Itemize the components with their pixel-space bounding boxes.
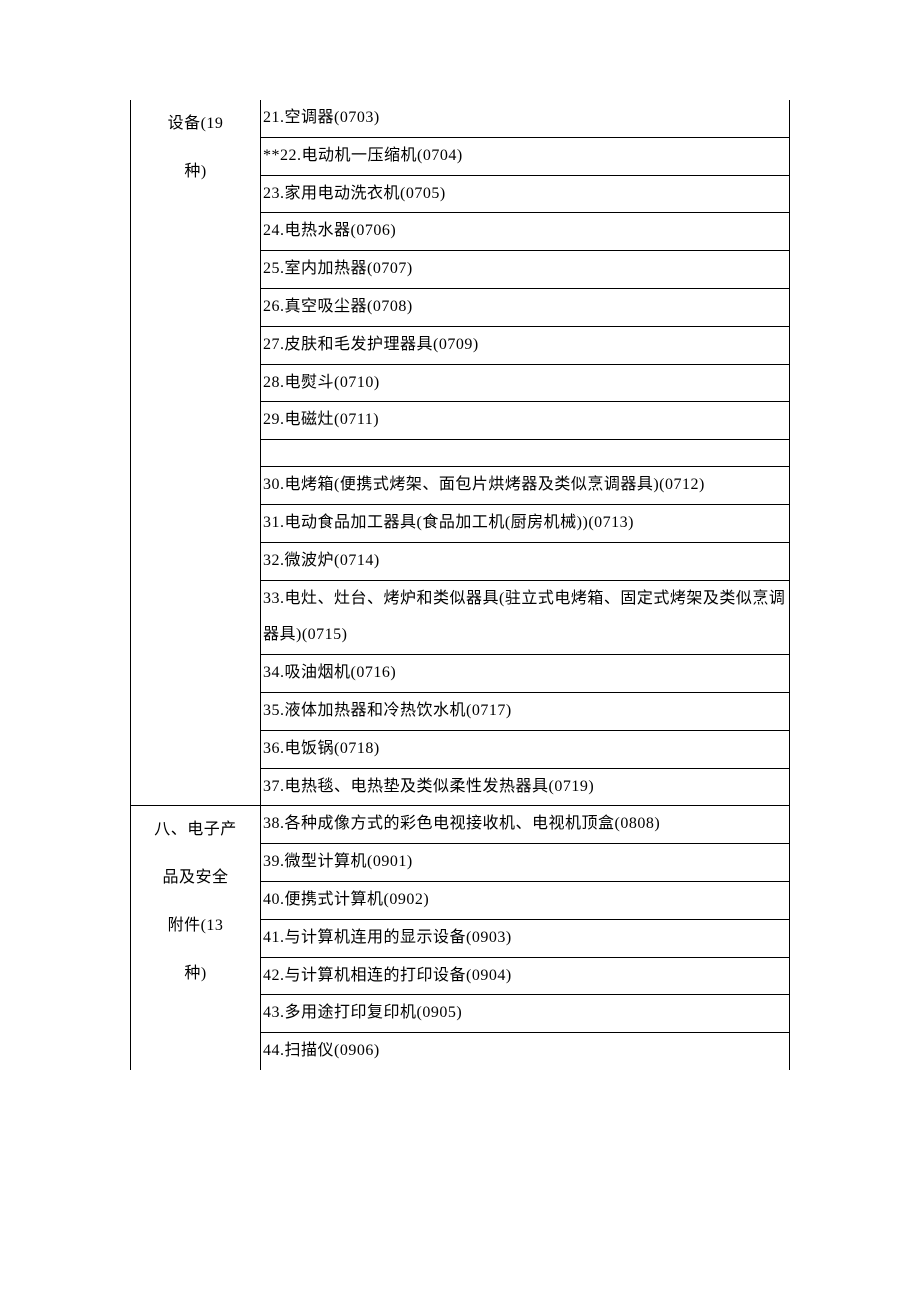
category-label: 设备(19种) [133,100,258,196]
category-cell: 设备(19种) [131,100,261,806]
item-cell: 39.微型计算机(0901) [261,844,790,882]
item-cell: 29.电磁灶(0711) [261,402,790,440]
item-cell: 40.便携式计算机(0902) [261,881,790,919]
item-cell: **22.电动机一压缩机(0704) [261,137,790,175]
item-cell: 43.多用途打印复印机(0905) [261,995,790,1033]
item-cell: 41.与计算机连用的显示设备(0903) [261,919,790,957]
item-cell: 38.各种成像方式的彩色电视接收机、电视机顶盒(0808) [261,806,790,844]
item-cell: 25.室内加热器(0707) [261,251,790,289]
item-cell: 21.空调器(0703) [261,100,790,137]
document-page: 设备(19种)21.空调器(0703)**22.电动机一压缩机(0704)23.… [0,0,920,1190]
catalog-table: 设备(19种)21.空调器(0703)**22.电动机一压缩机(0704)23.… [130,100,790,1070]
item-cell: 35.液体加热器和冷热饮水机(0717) [261,692,790,730]
item-cell: 44.扫描仪(0906) [261,1033,790,1070]
item-cell: 23.家用电动洗衣机(0705) [261,175,790,213]
item-cell: 27.皮肤和毛发护理器具(0709) [261,326,790,364]
item-cell: 30.电烤箱(便携式烤架、面包片烘烤器及类似烹调器具)(0712) [261,467,790,505]
item-cell: 24.电热水器(0706) [261,213,790,251]
item-cell: 37.电热毯、电热垫及类似柔性发热器具(0719) [261,768,790,806]
spacer-cell [261,440,790,467]
category-label: 八、电子产品及安全附件(13种) [133,806,258,998]
item-cell: 26.真空吸尘器(0708) [261,288,790,326]
item-cell: 42.与计算机相连的打印设备(0904) [261,957,790,995]
item-cell: 33.电灶、灶台、烤炉和类似器具(驻立式电烤箱、固定式烤架及类似烹调器具)(07… [261,580,790,655]
category-cell: 八、电子产品及安全附件(13种) [131,806,261,1070]
item-cell: 32.微波炉(0714) [261,542,790,580]
item-cell: 28.电熨斗(0710) [261,364,790,402]
item-cell: 31.电动食品加工器具(食品加工机(厨房机械))(0713) [261,504,790,542]
item-cell: 36.电饭锅(0718) [261,730,790,768]
item-cell: 34.吸油烟机(0716) [261,655,790,693]
